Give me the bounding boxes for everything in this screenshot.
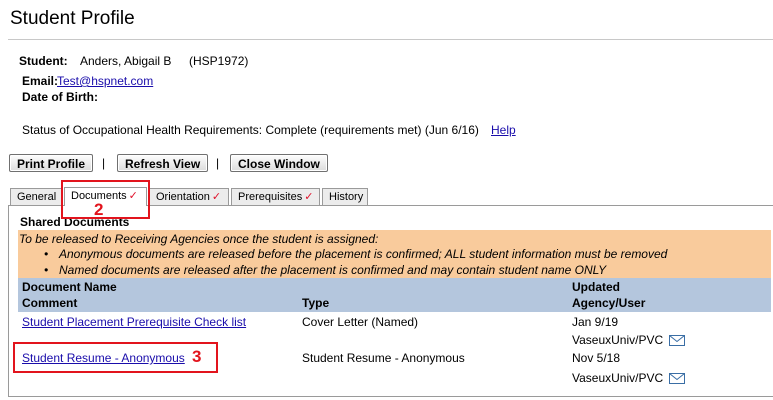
mail-icon[interactable] [668,373,685,385]
tab-label: General [17,191,57,203]
print-profile-button[interactable]: Print Profile [9,154,94,172]
release-notice: To be released to Receiving Agencies onc… [18,230,771,278]
column-header-comment: Comment [22,296,78,310]
bullet-icon: • [44,263,49,277]
student-id: (HSP1972) [189,54,249,68]
agency-user: VaseuxUniv/PVC [572,371,685,385]
annotation-step-number: 3 [192,347,202,366]
table-header: Document Name Comment Type Updated Agenc… [18,278,771,312]
health-status-text: Status of Occupational Health Requiremen… [22,123,479,137]
bullet-icon: • [44,247,49,261]
notice-text: To be released to Receiving Agencies onc… [19,232,379,246]
tab-history[interactable]: History [322,188,368,205]
email-label: Email: [22,74,59,88]
refresh-view-button[interactable]: Refresh View [117,154,209,172]
student-label: Student: [19,54,68,68]
document-date: Jan 9/19 [572,315,619,329]
agency-user-text: VaseuxUniv/PVC [572,333,664,347]
toolbar-separator: | [102,156,106,170]
column-header-updated: Updated [572,280,620,294]
mail-icon[interactable] [668,335,685,347]
document-type: Student Resume - Anonymous [302,351,465,365]
page-title: Student Profile [10,8,135,29]
tab-label: History [329,191,364,203]
close-window-button[interactable]: Close Window [230,154,328,172]
tab-prerequisites[interactable]: Prerequisites ✓ [231,188,320,205]
annotation-step-number: 2 [94,200,104,219]
title-divider [8,39,773,40]
check-icon: ✓ [304,191,314,203]
check-icon: ✓ [211,191,222,203]
notice-bullet: Anonymous documents are released before … [59,247,668,261]
agency-user: VaseuxUniv/PVC [572,333,685,347]
email-link[interactable]: Test@hspnet.com [57,74,153,88]
column-header-type: Type [302,296,330,310]
document-type: Cover Letter (Named) [302,315,419,329]
help-link[interactable]: Help [491,123,516,137]
annotation-highlight-box [13,342,218,373]
document-link[interactable]: Student Placement Prerequisite Check lis… [22,315,246,329]
notice-bullet: Named documents are released after the p… [59,263,607,277]
annotation-highlight-box [61,180,150,219]
column-header-document-name: Document Name [22,280,117,294]
student-name: Anders, Abigail B [80,54,172,68]
tab-label: Prerequisites [238,191,303,203]
tab-orientation[interactable]: Orientation ✓ [149,188,229,205]
dob-label: Date of Birth: [22,90,98,104]
agency-user-text: VaseuxUniv/PVC [572,371,664,385]
document-date: Nov 5/18 [572,351,621,365]
column-header-agency-user: Agency/User [572,296,646,310]
tab-label: Orientation [156,191,210,203]
tab-general[interactable]: General [10,188,62,205]
toolbar-separator: | [216,156,220,170]
